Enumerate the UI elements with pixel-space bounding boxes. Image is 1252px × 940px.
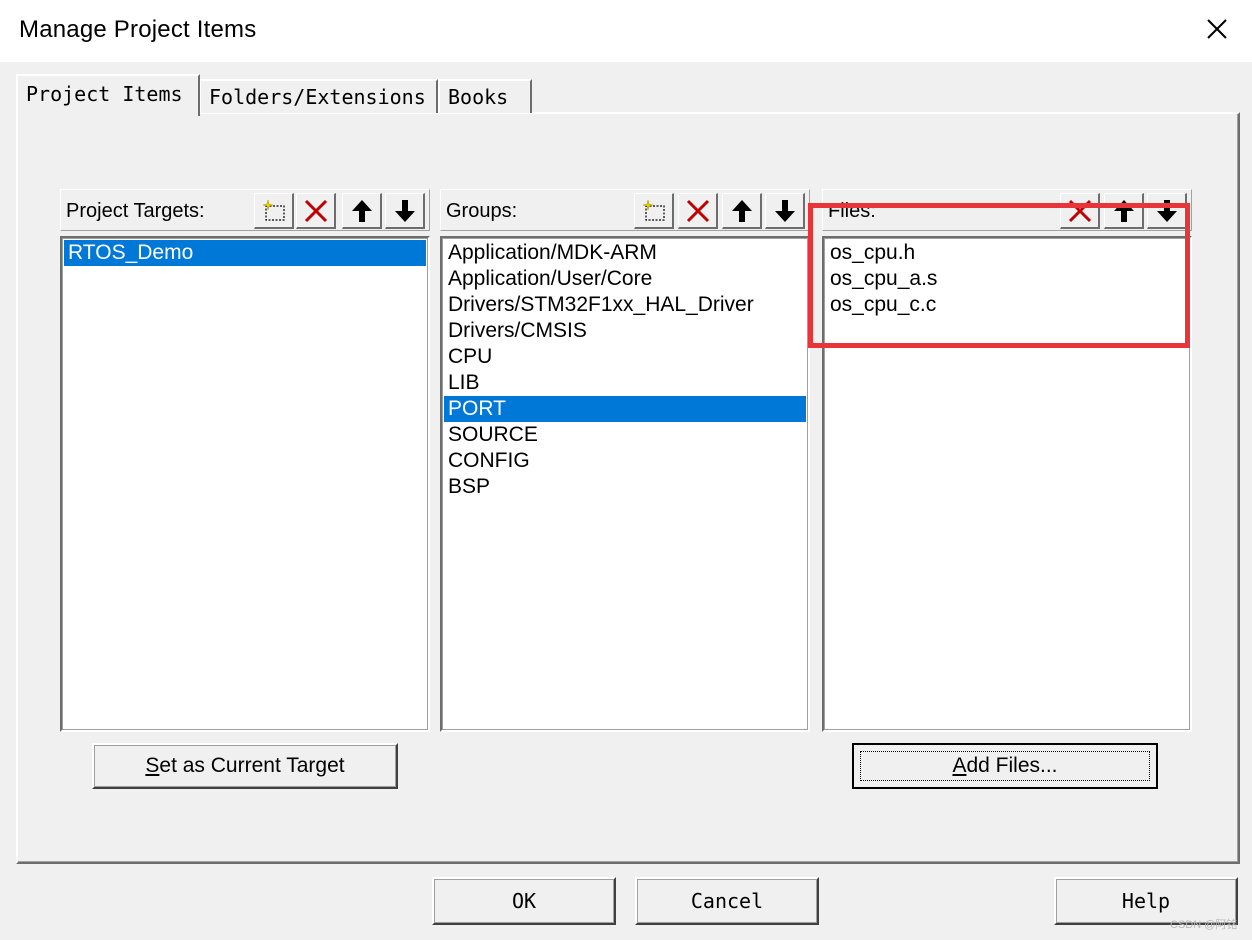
tab-books[interactable]: Books (438, 79, 532, 113)
files-header: Files: (822, 189, 1192, 231)
list-item[interactable]: Application/MDK-ARM (444, 240, 806, 266)
move-up-icon (351, 199, 372, 222)
groups-header-label: Groups: (446, 200, 518, 222)
files-list[interactable]: os_cpu.h os_cpu_a.s os_cpu_c.c (822, 236, 1192, 732)
list-item[interactable]: BSP (444, 474, 806, 500)
add-files-button[interactable]: Add Files... (852, 743, 1158, 789)
targets-header-label: Project Targets: (66, 200, 205, 222)
close-icon[interactable] (1199, 12, 1235, 48)
ok-button[interactable]: OK (432, 877, 616, 925)
list-item[interactable]: RTOS_Demo (64, 240, 426, 266)
cancel-button[interactable]: Cancel (635, 877, 819, 925)
move-up-target-button[interactable] (342, 193, 382, 229)
list-item[interactable]: LIB (444, 370, 806, 396)
new-item-icon (642, 199, 665, 221)
move-up-icon (1113, 199, 1134, 222)
window-title: Manage Project Items (19, 16, 257, 43)
tab-folders-extensions[interactable]: Folders/Extensions (199, 79, 438, 113)
move-down-group-button[interactable] (765, 193, 805, 229)
tab-label: Books (448, 85, 509, 109)
tab-label: Project Items (26, 82, 183, 106)
move-up-group-button[interactable] (722, 193, 762, 229)
list-item[interactable]: os_cpu_a.s (826, 266, 1188, 292)
tab-label: Folders/Extensions (209, 85, 426, 109)
cancel-label: Cancel (690, 889, 764, 913)
delete-icon (686, 199, 709, 222)
new-item-icon (262, 199, 285, 221)
help-label: Help (1121, 889, 1171, 913)
move-down-file-button[interactable] (1147, 193, 1187, 229)
list-item[interactable]: CONFIG (444, 448, 806, 474)
groups-header: Groups: (440, 189, 810, 231)
delete-icon (1068, 199, 1091, 222)
list-item[interactable]: Application/User/Core (444, 266, 806, 292)
tab-project-items[interactable]: Project Items (16, 74, 200, 116)
delete-file-button[interactable] (1060, 193, 1100, 229)
delete-icon (304, 199, 327, 222)
set-current-target-button[interactable]: Set as Current Target (92, 743, 398, 789)
list-item[interactable]: Drivers/STM32F1xx_HAL_Driver (444, 292, 806, 318)
list-item[interactable]: os_cpu_c.c (826, 292, 1188, 318)
move-down-icon (774, 199, 795, 222)
set-current-target-label: Set as Current Target (145, 754, 345, 777)
delete-target-button[interactable] (296, 193, 336, 229)
targets-header: Project Targets: (60, 189, 430, 231)
ok-label: OK (511, 889, 537, 913)
groups-list[interactable]: Application/MDK-ARM Application/User/Cor… (440, 236, 810, 732)
list-item[interactable]: SOURCE (444, 422, 806, 448)
list-item[interactable]: PORT (444, 396, 806, 422)
move-down-icon (394, 199, 415, 222)
files-header-label: Files: (828, 200, 876, 222)
move-down-target-button[interactable] (385, 193, 425, 229)
list-item[interactable]: os_cpu.h (826, 240, 1188, 266)
title-bar: Manage Project Items (0, 0, 1252, 62)
targets-list[interactable]: RTOS_Demo (60, 236, 430, 732)
list-item[interactable]: Drivers/CMSIS (444, 318, 806, 344)
move-down-icon (1156, 199, 1177, 222)
watermark: CSDN @阿铭 (1170, 919, 1238, 931)
delete-group-button[interactable] (678, 193, 718, 229)
list-item[interactable]: CPU (444, 344, 806, 370)
move-up-file-button[interactable] (1104, 193, 1144, 229)
new-group-button[interactable] (634, 193, 674, 229)
new-target-button[interactable] (254, 193, 294, 229)
focus-rect (860, 751, 1150, 781)
move-up-icon (731, 199, 752, 222)
